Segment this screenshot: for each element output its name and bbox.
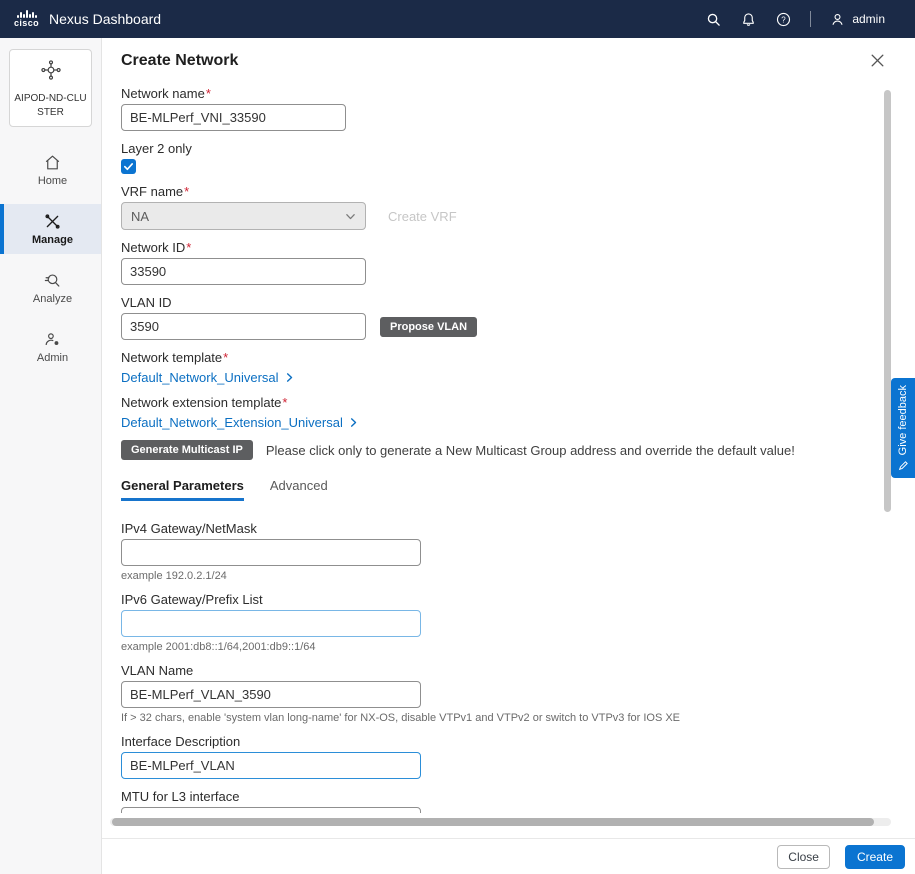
- mtu-label: MTU for L3 interface: [121, 789, 885, 804]
- mtu-input[interactable]: [121, 807, 421, 813]
- ipv4-gateway-input[interactable]: [121, 539, 421, 566]
- header-divider: [810, 11, 811, 27]
- network-template-field: Network template* Default_Network_Univer…: [121, 350, 885, 385]
- admin-icon: [43, 330, 62, 349]
- network-name-label: Network name*: [121, 86, 885, 101]
- cisco-logo: cisco: [14, 10, 39, 28]
- chevron-right-icon: [348, 417, 359, 428]
- sidebar-item-home[interactable]: Home: [0, 145, 101, 195]
- app-title: Nexus Dashboard: [49, 11, 161, 27]
- network-id-input[interactable]: [121, 258, 366, 285]
- multicast-note: Please click only to generate a New Mult…: [266, 443, 795, 458]
- ipv4-gateway-helper: example 192.0.2.1/24: [121, 570, 885, 582]
- home-icon: [43, 153, 62, 172]
- network-name-input[interactable]: [121, 104, 346, 131]
- required-marker: *: [223, 350, 228, 365]
- network-extension-template-field: Network extension template* Default_Netw…: [121, 395, 885, 430]
- propose-vlan-button[interactable]: Propose VLAN: [380, 317, 477, 337]
- cisco-logo-bars: [17, 10, 37, 18]
- sidebar-item-analyze[interactable]: Analyze: [0, 263, 101, 313]
- close-icon[interactable]: [869, 52, 887, 70]
- tab-advanced[interactable]: Advanced: [270, 478, 328, 501]
- user-icon: [830, 12, 845, 27]
- chevron-down-icon: [345, 211, 356, 222]
- horizontal-scrollbar-track: [110, 818, 891, 826]
- horizontal-scrollbar[interactable]: [112, 818, 874, 826]
- manage-icon: [43, 212, 62, 231]
- modal-footer: Close Create: [102, 838, 915, 874]
- network-template-link[interactable]: Default_Network_Universal: [121, 370, 885, 385]
- multicast-row: Generate Multicast IP Please click only …: [121, 440, 885, 460]
- mtu-field: MTU for L3 interface: [121, 789, 885, 813]
- vlan-name-label: VLAN Name: [121, 663, 885, 678]
- cluster-name: AIPOD-ND-CLUSTER: [14, 92, 87, 119]
- layer2-only-label: Layer 2 only: [121, 141, 885, 156]
- generate-multicast-ip-button[interactable]: Generate Multicast IP: [121, 440, 253, 460]
- vertical-scrollbar[interactable]: [884, 90, 891, 512]
- sidebar-item-label: Home: [38, 175, 67, 187]
- ipv6-gateway-field: IPv6 Gateway/Prefix List example 2001:db…: [121, 592, 885, 653]
- network-name-field: Network name*: [121, 86, 885, 131]
- interface-description-input[interactable]: [121, 752, 421, 779]
- close-button[interactable]: Close: [777, 845, 830, 869]
- help-icon[interactable]: ?: [775, 11, 791, 27]
- network-extension-template-link[interactable]: Default_Network_Extension_Universal: [121, 415, 885, 430]
- required-marker: *: [184, 184, 189, 199]
- vrf-name-label: VRF name*: [121, 184, 885, 199]
- interface-description-label: Interface Description: [121, 734, 885, 749]
- feedback-pencil-icon: [898, 461, 908, 471]
- layer2-only-field: Layer 2 only: [121, 141, 885, 174]
- ipv4-gateway-label: IPv4 Gateway/NetMask: [121, 521, 885, 536]
- sidebar: AIPOD-ND-CLUSTER Home Manage Analyze Adm…: [0, 38, 102, 874]
- create-network-panel: Create Network Network name* Layer 2 onl…: [102, 38, 915, 874]
- vlan-name-field: VLAN Name If > 32 chars, enable 'system …: [121, 663, 885, 724]
- analyze-icon: [43, 271, 62, 290]
- sidebar-item-manage[interactable]: Manage: [0, 204, 101, 254]
- app-header: cisco Nexus Dashboard ? admin: [0, 0, 915, 38]
- vrf-name-field: VRF name* NA Create VRF: [121, 184, 885, 230]
- layer2-only-checkbox[interactable]: [121, 159, 136, 174]
- network-id-label: Network ID*: [121, 240, 885, 255]
- vlan-id-input[interactable]: [121, 313, 366, 340]
- vlan-name-helper: If > 32 chars, enable 'system vlan long-…: [121, 712, 885, 724]
- ipv6-gateway-label: IPv6 Gateway/Prefix List: [121, 592, 885, 607]
- user-name: admin: [852, 12, 885, 26]
- bell-icon[interactable]: [740, 11, 756, 27]
- sidebar-item-label: Analyze: [33, 293, 72, 305]
- give-feedback-tab[interactable]: Give feedback: [891, 378, 915, 478]
- network-template-label: Network template*: [121, 350, 885, 365]
- tab-general-parameters[interactable]: General Parameters: [121, 478, 244, 501]
- vlan-id-label: VLAN ID: [121, 295, 885, 310]
- network-extension-template-label: Network extension template*: [121, 395, 885, 410]
- page-title: Create Network: [121, 52, 238, 70]
- sidebar-item-admin[interactable]: Admin: [0, 322, 101, 372]
- ipv6-gateway-input[interactable]: [121, 610, 421, 637]
- required-marker: *: [282, 395, 287, 410]
- interface-description-field: Interface Description: [121, 734, 885, 779]
- svg-text:?: ?: [781, 15, 786, 24]
- sidebar-item-label: Manage: [32, 234, 73, 246]
- required-marker: *: [186, 240, 191, 255]
- chevron-right-icon: [284, 372, 295, 383]
- give-feedback-label: Give feedback: [897, 385, 909, 455]
- vlan-name-input[interactable]: [121, 681, 421, 708]
- sidebar-item-label: Admin: [37, 352, 68, 364]
- create-vrf-link: Create VRF: [388, 209, 457, 224]
- network-id-field: Network ID*: [121, 240, 885, 285]
- required-marker: *: [206, 86, 211, 101]
- create-button[interactable]: Create: [845, 845, 905, 869]
- ipv4-gateway-field: IPv4 Gateway/NetMask example 192.0.2.1/2…: [121, 521, 885, 582]
- vrf-select: NA: [121, 202, 366, 230]
- cluster-icon: [40, 59, 62, 81]
- create-network-form: Network name* Layer 2 only VRF name* NA …: [121, 86, 885, 813]
- user-menu[interactable]: admin: [830, 12, 885, 27]
- vrf-select-value: NA: [131, 209, 149, 224]
- cluster-selector[interactable]: AIPOD-ND-CLUSTER: [9, 49, 92, 127]
- search-icon[interactable]: [705, 11, 721, 27]
- vlan-id-field: VLAN ID Propose VLAN: [121, 295, 885, 340]
- parameter-tabs: General Parameters Advanced: [121, 478, 885, 501]
- cisco-logo-text: cisco: [14, 19, 39, 28]
- ipv6-gateway-helper: example 2001:db8::1/64,2001:db9::1/64: [121, 641, 885, 653]
